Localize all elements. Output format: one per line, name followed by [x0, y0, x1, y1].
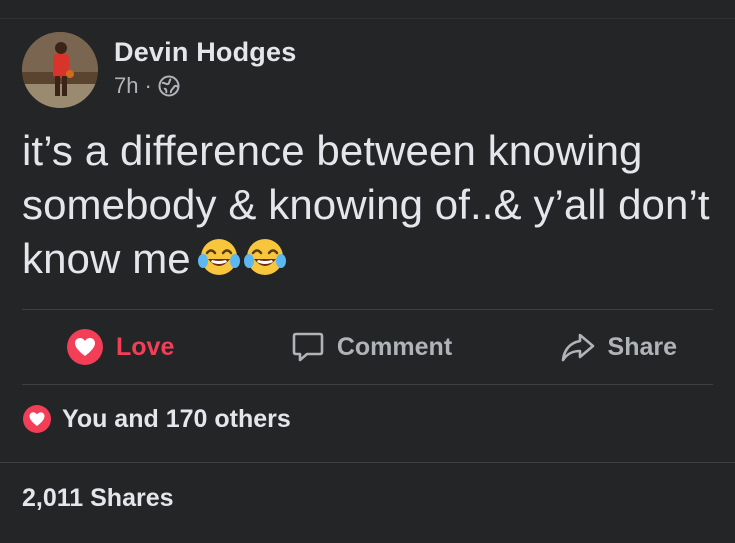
- love-label: Love: [116, 332, 175, 361]
- comment-bubble-icon: [291, 330, 325, 364]
- share-button[interactable]: Share: [473, 330, 713, 364]
- comment-button[interactable]: Comment: [270, 330, 474, 364]
- post-header: Devin Hodges 7h ·: [22, 32, 296, 108]
- share-label: Share: [607, 332, 678, 361]
- avatar-photo: [22, 32, 98, 108]
- meta-separator: ·: [144, 73, 152, 98]
- globe-icon[interactable]: [158, 75, 180, 97]
- emoji-group: [197, 235, 289, 279]
- love-button[interactable]: Love: [22, 328, 270, 366]
- heart-icon: [66, 328, 104, 366]
- author-block: Devin Hodges 7h ·: [114, 35, 296, 99]
- heart-reaction-icon: [22, 404, 52, 434]
- face-with-tears-of-joy-icon: [243, 235, 287, 279]
- top-divider: [0, 18, 735, 19]
- reactions-label: You and 170 others: [62, 404, 291, 433]
- post-time[interactable]: 7h: [114, 73, 138, 99]
- share-arrow-icon: [560, 330, 596, 364]
- avatar[interactable]: [22, 32, 98, 108]
- shares-divider: [0, 462, 735, 463]
- face-with-tears-of-joy-icon: [197, 235, 241, 279]
- post-text: it’s a difference between knowing somebo…: [22, 127, 710, 282]
- post-body: it’s a difference between knowing somebo…: [22, 124, 722, 286]
- action-bar: Love Comment Share: [22, 310, 713, 384]
- reactions-summary[interactable]: You and 170 others: [22, 404, 291, 434]
- comment-label: Comment: [336, 332, 453, 361]
- action-bar-bottom-divider: [22, 384, 713, 385]
- shares-count[interactable]: 2,011 Shares: [22, 484, 174, 513]
- author-name[interactable]: Devin Hodges: [114, 35, 296, 69]
- post-meta: 7h ·: [114, 73, 296, 99]
